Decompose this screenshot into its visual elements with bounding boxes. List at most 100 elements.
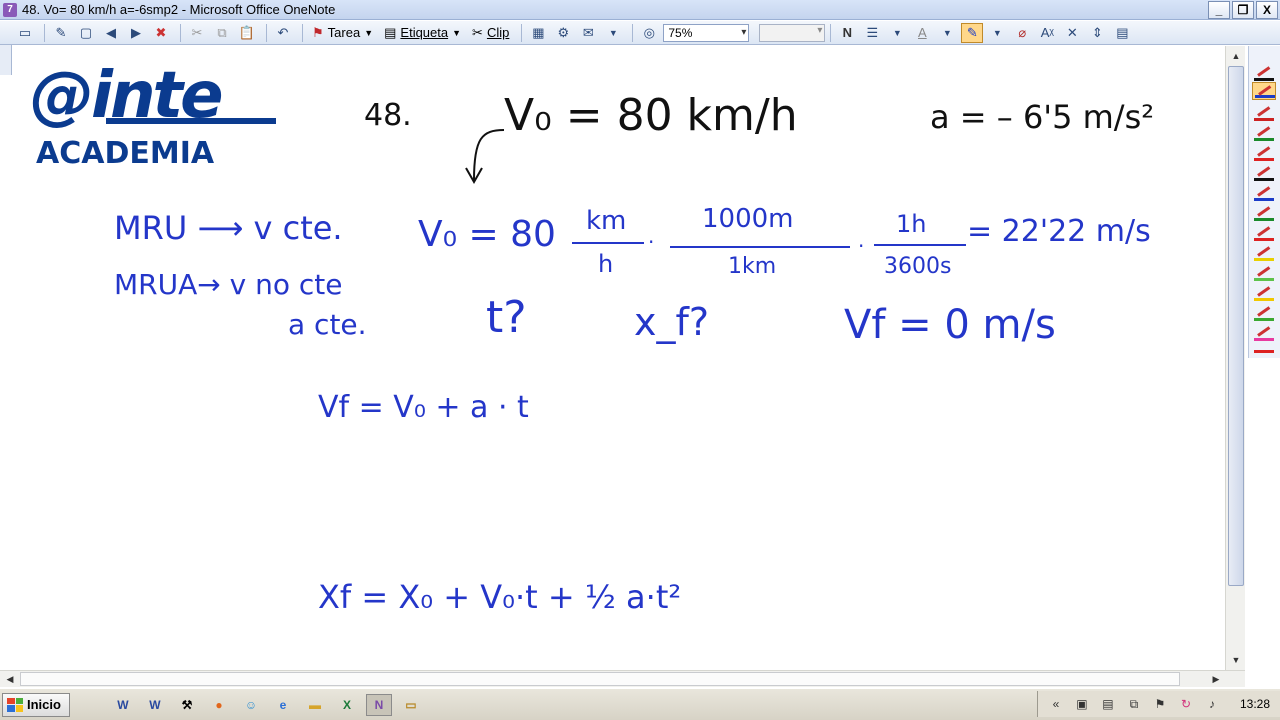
fraction-1km-denominator: 1km [728, 254, 777, 279]
writer-icon[interactable]: W [142, 694, 168, 716]
scroll-up-icon[interactable]: ▲ [1228, 48, 1244, 64]
bold-button[interactable]: N [836, 23, 858, 43]
pen-blue-icon[interactable] [1252, 82, 1276, 100]
tools-icon[interactable]: ⚒ [174, 694, 200, 716]
view-toggle-icon[interactable]: ▭ [14, 23, 36, 43]
curved-arrow-icon [465, 129, 505, 185]
page-list-icon[interactable]: ▤ [1111, 23, 1133, 43]
logo-mark: @inte [30, 59, 223, 133]
window-controls: _ ❐ X [1208, 1, 1278, 19]
pen-black-icon[interactable] [1252, 164, 1276, 182]
display-icon[interactable]: ▤ [1100, 697, 1116, 711]
pen-yellow-icon[interactable] [1252, 284, 1276, 302]
volume-icon[interactable]: ♪ [1204, 697, 1220, 711]
onenote-app-icon[interactable]: 7 [3, 2, 17, 17]
font-color-button[interactable]: A [911, 23, 933, 43]
expand-tray-icon[interactable]: « [1048, 697, 1064, 711]
excel-icon[interactable]: X [334, 694, 360, 716]
start-label: Inicio [27, 697, 61, 712]
fraction-bar [670, 246, 850, 248]
pen-magenta-icon[interactable] [1252, 324, 1276, 342]
pen-red-icon[interactable] [1252, 224, 1276, 242]
horizontal-scrollbar[interactable]: ◀ ▶ [0, 670, 1245, 687]
close-button[interactable]: X [1256, 1, 1278, 19]
chevron-down-icon[interactable]: ▼ [936, 23, 958, 43]
ink-to-text-icon[interactable]: Aᵡ [1036, 23, 1058, 43]
conversion-lhs: V₀ = 80 [418, 214, 556, 255]
devices-icon[interactable]: ⧉ [1126, 697, 1142, 711]
mru-note: MRU ⟶ v cte. [114, 209, 343, 247]
clip-icon: ✂ [472, 24, 483, 40]
toolbar-separator [180, 23, 181, 42]
messenger-icon[interactable]: ☺ [238, 694, 264, 716]
etiqueta-button[interactable]: ▤ Etiqueta ▼ [380, 23, 465, 43]
pen-red-icon[interactable] [1252, 144, 1276, 162]
pen-tool-button[interactable]: ✎ [961, 22, 984, 43]
scroll-left-icon[interactable]: ◀ [2, 671, 18, 687]
pen-yellow-icon[interactable] [1252, 244, 1276, 262]
fraction-1000m-numerator: 1000m [702, 204, 794, 234]
vertical-scrollbar[interactable]: ▲ ▼ [1225, 46, 1245, 670]
pen-green-icon[interactable] [1252, 204, 1276, 222]
firefox-icon[interactable]: ● [206, 694, 232, 716]
undo-icon[interactable]: ↶ [272, 23, 294, 43]
scroll-right-icon[interactable]: ▶ [1208, 671, 1224, 687]
font-select[interactable] [759, 23, 826, 42]
logo-subtitle: ACADEMIA [36, 136, 215, 171]
sync-icon[interactable]: ↻ [1178, 697, 1194, 711]
chevron-down-icon[interactable]: ▼ [886, 23, 908, 43]
taskbar-apps: W W ⚒ ● ☺ e ▬ X N ▭ [110, 693, 424, 716]
table-icon[interactable]: ▦ [527, 23, 549, 43]
copy-icon[interactable]: ⧉ [211, 23, 233, 43]
pen-green-icon[interactable] [1252, 264, 1276, 282]
window-icon[interactable]: ▭ [398, 694, 424, 716]
word-icon[interactable]: W [110, 694, 136, 716]
new-page-icon[interactable]: ▢ [75, 23, 97, 43]
scroll-down-icon[interactable]: ▼ [1228, 652, 1244, 668]
problem-number: 48. [364, 98, 412, 133]
clip-button[interactable]: ✂ Clip [468, 23, 513, 43]
cut-icon[interactable]: ✂ [186, 23, 208, 43]
pen-green-icon[interactable] [1252, 124, 1276, 142]
pen-green-icon[interactable] [1252, 304, 1276, 322]
email-icon[interactable]: ✉ [577, 23, 599, 43]
pen-red-icon[interactable] [1252, 342, 1276, 354]
security-icon[interactable]: ⚑ [1152, 697, 1168, 711]
folder-icon[interactable]: ▬ [302, 694, 328, 716]
forward-icon[interactable]: ▶ [125, 23, 147, 43]
minimize-button[interactable]: _ [1208, 1, 1230, 19]
dot-operator: · [858, 234, 865, 258]
pen-blue-icon[interactable] [1252, 184, 1276, 202]
toolbar-separator [266, 23, 267, 42]
chevron-down-icon[interactable]: ▼ [602, 23, 624, 43]
zoom-select[interactable]: 75% [663, 23, 750, 42]
help-icon[interactable]: ◎ [638, 23, 660, 43]
tarea-button[interactable]: ⚑ Tarea ▼ [308, 23, 377, 43]
pen-palette [1248, 46, 1280, 358]
pen-red-icon[interactable] [1252, 104, 1276, 122]
delete-icon[interactable]: ✖ [150, 23, 172, 43]
bullets-icon[interactable]: ☰ [861, 23, 883, 43]
eraser-icon[interactable]: ⌀ [1011, 23, 1033, 43]
start-button[interactable]: Inicio [2, 692, 70, 717]
research-icon[interactable]: ⚙ [552, 23, 574, 43]
toolbar-separator [830, 23, 832, 42]
equation-vf: Vf = V₀ + a · t [318, 390, 529, 425]
pin-icon[interactable]: ✎ [50, 23, 72, 43]
horizontal-scroll-thumb[interactable] [20, 672, 1180, 686]
clock[interactable]: 13:28 [1240, 697, 1270, 711]
chevron-down-icon[interactable]: ▼ [986, 23, 1008, 43]
onenote-taskbar-icon[interactable]: N [365, 693, 392, 716]
network-icon[interactable]: ▣ [1074, 697, 1090, 711]
internet-explorer-icon[interactable]: e [270, 694, 296, 716]
back-icon[interactable]: ◀ [100, 23, 122, 43]
title-bar: 7 48. Vo= 80 km/h a=-6smp2 - Microsoft O… [0, 0, 1280, 20]
paste-icon[interactable]: 📋 [236, 23, 258, 43]
restore-button[interactable]: ❐ [1232, 1, 1254, 19]
vertical-scroll-thumb[interactable] [1228, 66, 1244, 586]
cancel-icon[interactable]: ✕ [1061, 23, 1083, 43]
note-canvas[interactable]: @inte ACADEMIA 48. V₀ = 80 km/h a = – 6'… [12, 46, 1225, 670]
academia-logo: @inte ACADEMIA [30, 59, 276, 176]
insert-space-icon[interactable]: ⇕ [1086, 23, 1108, 43]
pen-black-icon[interactable] [1252, 64, 1276, 82]
